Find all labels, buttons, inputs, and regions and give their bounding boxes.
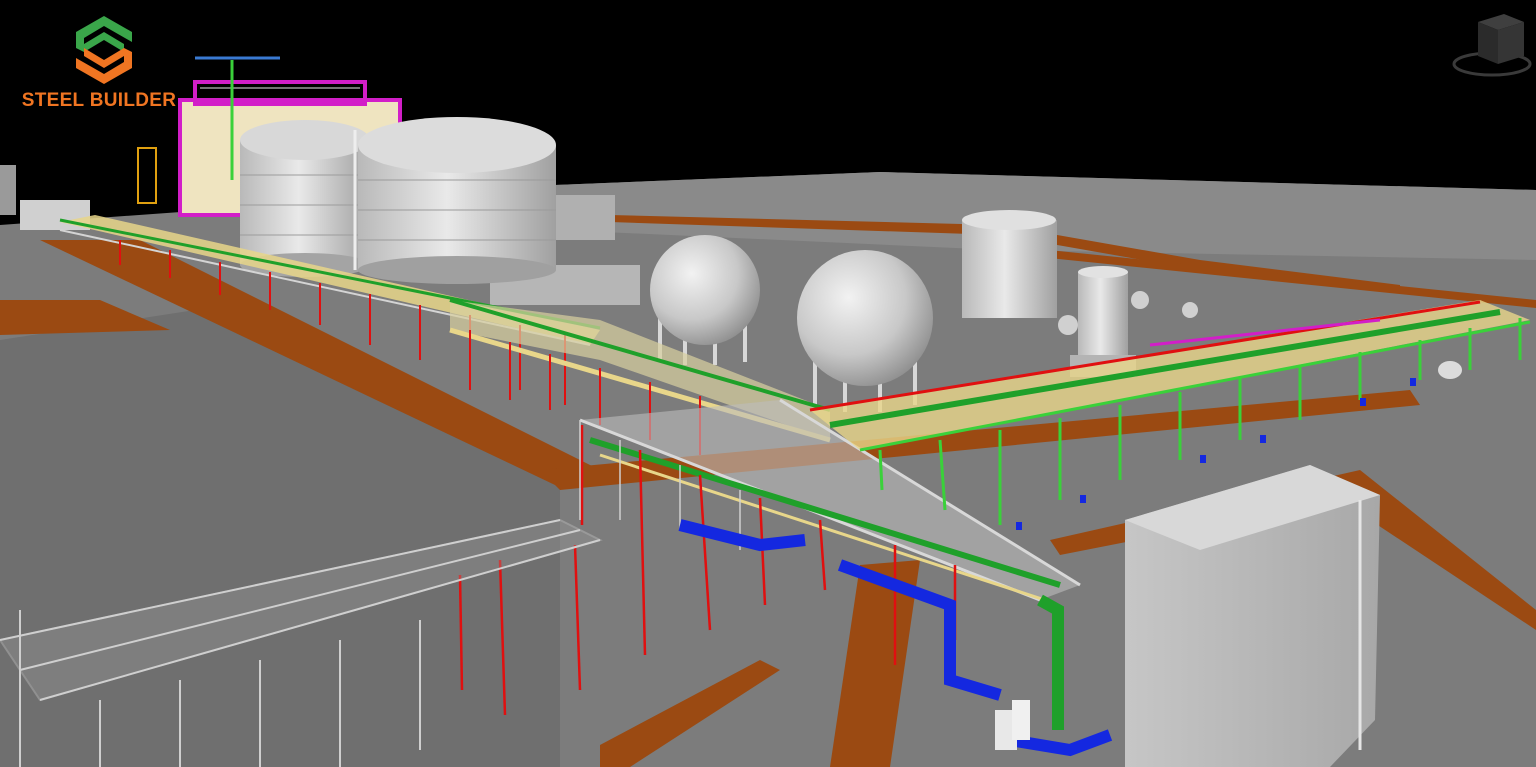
storage-tank	[353, 117, 556, 284]
app-logo: STEEL BUILDER	[14, 14, 176, 114]
vessel	[1438, 361, 1462, 379]
plant-3d-scene[interactable]	[0, 0, 1536, 767]
3d-model-viewport[interactable]: STEEL BUILDER	[0, 0, 1536, 767]
steel-builder-s-logo-icon	[76, 16, 132, 84]
far-building	[0, 165, 16, 215]
logo-text: STEEL BUILDER	[21, 90, 177, 111]
view-cube-icon[interactable]	[1448, 8, 1532, 80]
far-building	[555, 195, 615, 240]
substation-building	[1125, 465, 1380, 767]
vessel	[1012, 700, 1030, 740]
process-tank	[962, 210, 1057, 318]
